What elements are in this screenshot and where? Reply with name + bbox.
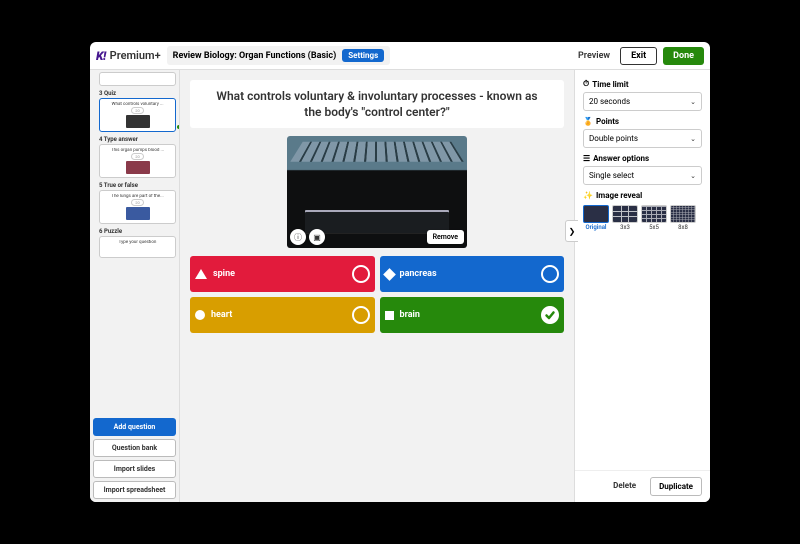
question-input[interactable]: What controls voluntary & involuntary pr…: [190, 80, 564, 128]
import-slides-button[interactable]: Import slides: [93, 460, 176, 478]
correct-toggle-3[interactable]: [352, 306, 370, 324]
points-label: 🏅 Points: [583, 117, 702, 126]
reveal-8x8[interactable]: 8x8: [670, 205, 696, 231]
time-limit-label: ⏱ Time limit: [583, 79, 702, 89]
chevron-down-icon: ⌄: [690, 98, 696, 106]
preview-link[interactable]: Preview: [574, 51, 614, 61]
sidebar-actions: Add question Question bank Import slides…: [90, 415, 179, 502]
image-crop-icon[interactable]: ▣: [309, 229, 325, 245]
answers-grid: spine pancreas heart brain: [190, 256, 564, 333]
settings-button[interactable]: Settings: [342, 49, 384, 62]
answer-1[interactable]: spine: [190, 256, 375, 292]
answer-options-select[interactable]: Single select ⌄: [583, 166, 702, 185]
logo-k: K!: [96, 49, 106, 63]
trophy-icon: 🏅: [583, 117, 593, 126]
body: 3 Quiz What controls voluntary ... 20 4 …: [90, 70, 710, 502]
image-info-icon[interactable]: ⓘ: [290, 229, 306, 245]
delete-button[interactable]: Delete: [605, 477, 644, 496]
question-image[interactable]: ⓘ ▣ Remove: [287, 136, 467, 248]
main-editor: What controls voluntary & involuntary pr…: [180, 70, 574, 502]
sparkle-icon: ✨: [583, 191, 593, 200]
slide-item-3[interactable]: 3 Quiz What controls voluntary ... 20: [93, 90, 176, 132]
points-select[interactable]: Double points ⌄: [583, 129, 702, 148]
reveal-5x5[interactable]: 5x5: [641, 205, 667, 231]
slide-item-5[interactable]: 5 True or false The lungs are part of th…: [93, 182, 176, 224]
slide-list: 3 Quiz What controls voluntary ... 20 4 …: [90, 70, 179, 415]
header-bar: K! Premium+ Review Biology: Organ Functi…: [90, 42, 710, 70]
image-reveal-options: Original 3x3 5x5 8x8: [583, 205, 702, 231]
duplicate-button[interactable]: Duplicate: [650, 477, 702, 496]
quiz-title: Review Biology: Organ Functions (Basic): [173, 51, 337, 61]
title-bar: Review Biology: Organ Functions (Basic) …: [167, 46, 391, 65]
image-reveal-label: ✨ Image reveal: [583, 191, 702, 200]
remove-image-button[interactable]: Remove: [427, 230, 464, 244]
diamond-icon: [383, 268, 396, 281]
triangle-icon: [195, 269, 207, 279]
settings-panel: ❯ ⏱ Time limit 20 seconds ⌄ 🏅 Points Dou…: [574, 70, 710, 502]
slide-item-6[interactable]: 6 Puzzle Type your question: [93, 228, 176, 258]
import-spreadsheet-button[interactable]: Import spreadsheet: [93, 481, 176, 499]
app-window: K! Premium+ Review Biology: Organ Functi…: [90, 42, 710, 502]
correct-toggle-4[interactable]: [541, 306, 559, 324]
slide-item-4[interactable]: 4 Type answer This organ pumps blood ...…: [93, 136, 176, 178]
logo-premium: Premium+: [110, 49, 161, 62]
circle-icon: [195, 310, 205, 320]
chevron-down-icon: ⌄: [690, 172, 696, 180]
answer-2[interactable]: pancreas: [380, 256, 565, 292]
sidebar: 3 Quiz What controls voluntary ... 20 4 …: [90, 70, 180, 502]
done-button[interactable]: Done: [663, 47, 704, 65]
answer-4[interactable]: brain: [380, 297, 565, 333]
time-limit-select[interactable]: 20 seconds ⌄: [583, 92, 702, 111]
image-area: ⓘ ▣ Remove: [287, 136, 467, 248]
collapse-panel-button[interactable]: ❯: [565, 220, 578, 242]
reveal-original[interactable]: Original: [583, 205, 609, 231]
clock-icon: ⏱: [583, 79, 589, 89]
panel-footer: Delete Duplicate: [575, 470, 710, 502]
correct-toggle-2[interactable]: [541, 265, 559, 283]
list-icon: ☰: [583, 154, 590, 163]
answer-3[interactable]: heart: [190, 297, 375, 333]
square-icon: [385, 311, 394, 320]
add-question-button[interactable]: Add question: [93, 418, 176, 436]
reveal-3x3[interactable]: 3x3: [612, 205, 638, 231]
slide-item-partial[interactable]: [93, 72, 176, 86]
chevron-down-icon: ⌄: [690, 135, 696, 143]
correct-toggle-1[interactable]: [352, 265, 370, 283]
question-bank-button[interactable]: Question bank: [93, 439, 176, 457]
exit-button[interactable]: Exit: [620, 47, 657, 65]
answer-options-label: ☰ Answer options: [583, 154, 702, 163]
status-dot-icon: [177, 125, 179, 129]
